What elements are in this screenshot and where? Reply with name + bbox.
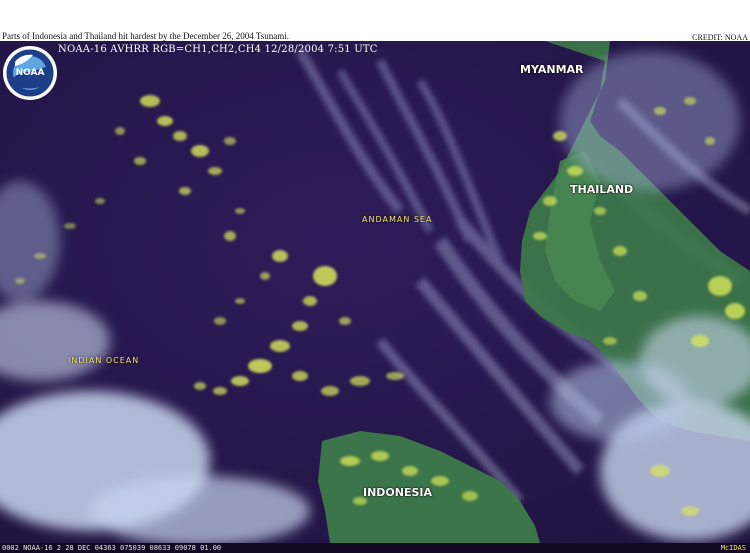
image-caption: Parts of Indonesia and Thailand hit hard… — [2, 31, 289, 41]
label-indian-ocean: INDIAN OCEAN — [68, 356, 140, 365]
noaa-seal-icon: NOAA — [3, 46, 57, 100]
logo-wordmark: NOAA — [16, 68, 45, 78]
caption-bar: Parts of Indonesia and Thailand hit hard… — [0, 0, 750, 42]
label-indonesia: INDONESIA — [363, 486, 433, 499]
label-myanmar: MYANMAR — [520, 63, 584, 76]
mcidas-footer: 0002 NOAA-16 2 28 DEC 04363 075039 08633… — [0, 543, 750, 553]
label-thailand: THAILAND — [570, 183, 634, 196]
satellite-image: NOAA NOAA-16 AVHRR RGB=CH1,CH2,CH4 12/28… — [0, 41, 750, 543]
satellite-scene — [0, 41, 750, 543]
noaa-logo: NOAA — [1, 44, 59, 102]
label-andaman-sea: ANDAMAN SEA — [362, 215, 433, 224]
mcidas-metadata-line: 0002 NOAA-16 2 28 DEC 04363 075039 08633… — [2, 544, 222, 552]
satellite-header: NOAA-16 AVHRR RGB=CH1,CH2,CH4 12/28/2004… — [58, 44, 378, 55]
mcidas-tag: McIDAS — [720, 544, 746, 552]
